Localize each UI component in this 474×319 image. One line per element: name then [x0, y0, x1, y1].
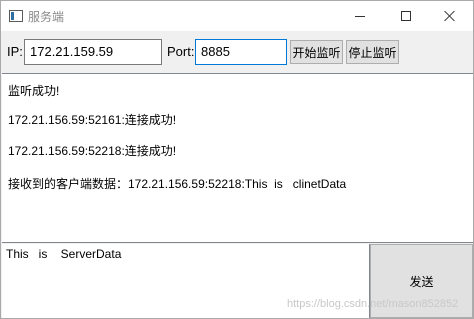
log-line: 172.21.156.59:52161:连接成功! — [8, 113, 177, 127]
ip-field[interactable]: 172.21.159.59 — [24, 39, 162, 65]
maximize-icon — [401, 11, 411, 21]
send-message-text: This is ServerData — [6, 247, 122, 261]
app-icon — [9, 10, 23, 22]
message-log[interactable]: 监听成功! 172.21.156.59:52161:连接成功! 172.21.1… — [2, 73, 473, 243]
port-label: Port: — [167, 44, 195, 59]
watermark-text: https://blog.csdn.net/mason852852 — [287, 298, 459, 310]
close-button[interactable] — [427, 1, 473, 31]
minimize-icon — [355, 15, 365, 17]
window-title: 服务端 — [28, 10, 65, 24]
log-line: 接收到的客户端数据：172.21.156.59:52218:This is cl… — [8, 177, 347, 191]
ip-label: IP: — [7, 44, 23, 59]
connection-toolbar: IP: 172.21.159.59 Port: 8885 开始监听 停止监听 — [1, 31, 473, 73]
log-line: 监听成功! — [8, 84, 60, 98]
start-listen-button[interactable]: 开始监听 — [290, 40, 343, 64]
maximize-button[interactable] — [383, 1, 429, 31]
minimize-button[interactable] — [337, 1, 383, 31]
log-line: 172.21.156.59:52218:连接成功! — [8, 144, 177, 158]
title-bar: 服务端 — [1, 1, 473, 31]
server-window: 服务端 IP: 172.21.159.59 Port: 8885 开始监听 停止… — [0, 0, 474, 319]
port-field[interactable]: 8885 — [195, 39, 287, 65]
stop-listen-button[interactable]: 停止监听 — [346, 40, 399, 64]
close-icon — [444, 10, 456, 22]
